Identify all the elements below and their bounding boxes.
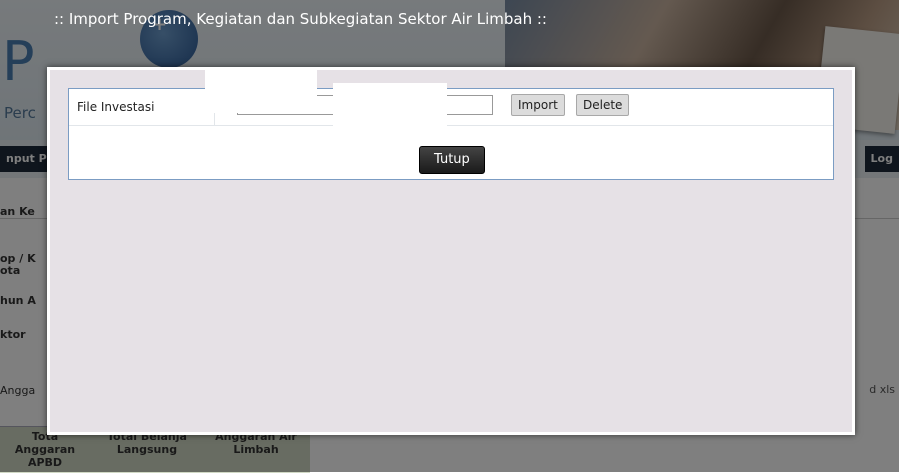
close-button[interactable]: Tutup — [419, 146, 485, 174]
import-button[interactable]: Import — [511, 94, 565, 116]
redaction-box — [205, 69, 317, 113]
file-investasi-label: File Investasi — [77, 100, 155, 114]
delete-button[interactable]: Delete — [576, 94, 630, 116]
redaction-box — [333, 83, 447, 127]
import-dialog: File Investasi Nc Import Delete Tutup — [47, 67, 855, 435]
dialog-title: :: Import Program, Kegiatan dan Subkegia… — [54, 10, 547, 28]
import-form: File Investasi Nc Import Delete Tutup — [68, 69, 834, 180]
form-row-file: File Investasi Nc Import Delete — [69, 69, 833, 127]
